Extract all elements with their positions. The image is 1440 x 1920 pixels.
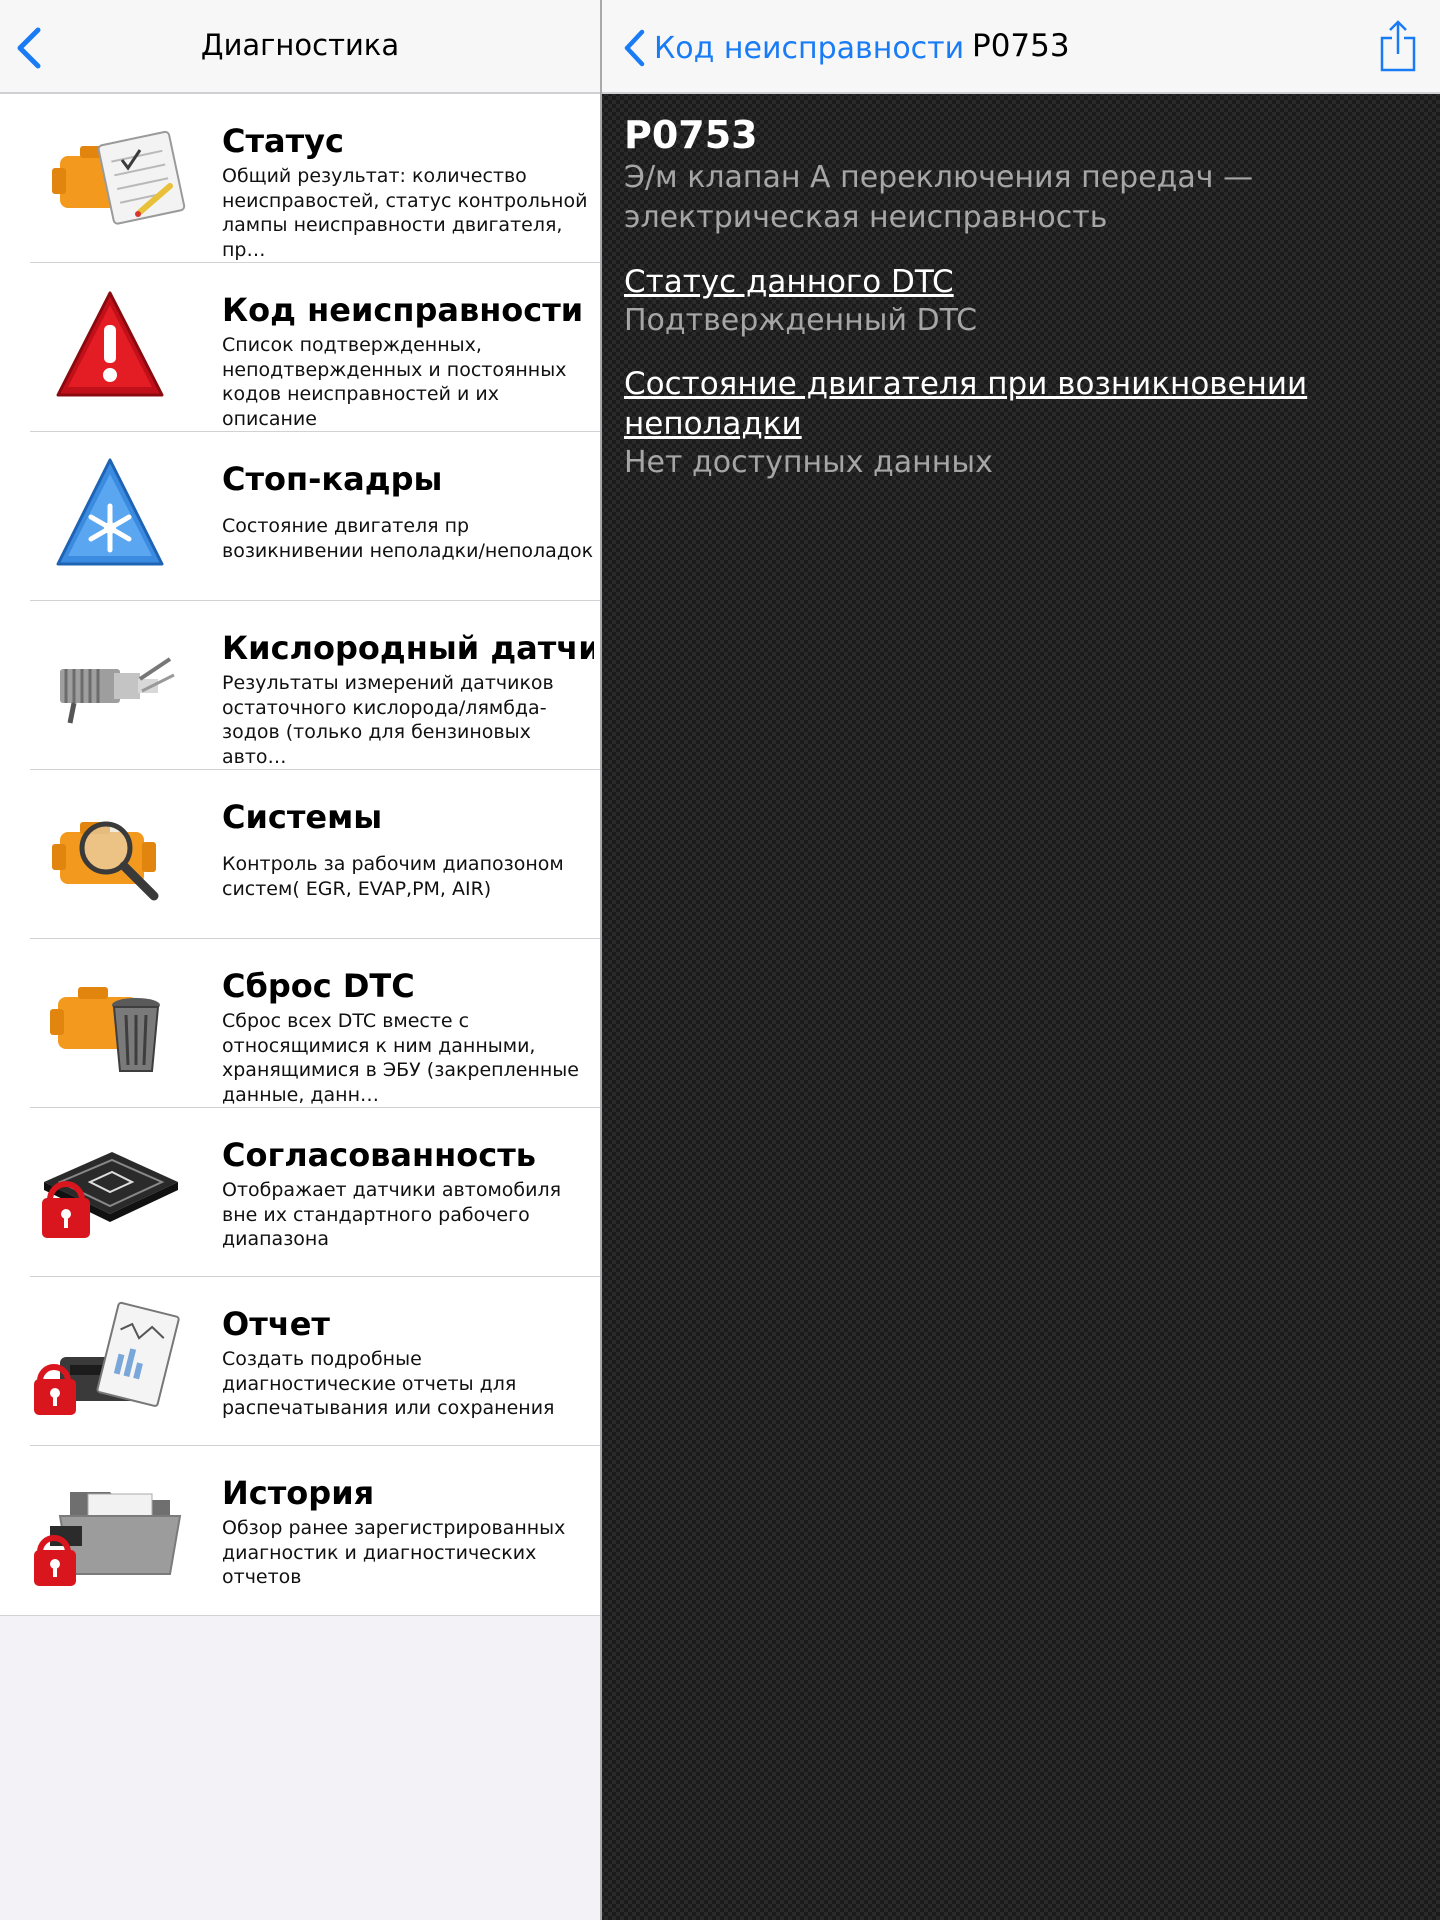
list-item-report[interactable]: Отчет Создать подробные диагностические … bbox=[0, 1277, 600, 1446]
chip-lock-icon bbox=[42, 1152, 178, 1238]
oxygen-sensor-icon bbox=[60, 657, 175, 724]
row-text: Отчет Создать подробные диагностические … bbox=[222, 1305, 594, 1421]
row-text: Системы Контроль за рабочим диапозоном с… bbox=[222, 798, 594, 901]
dtc-status-value: Подтвержденный DTC bbox=[624, 302, 978, 338]
row-desc: Сброс всех DTC вместе с относящимися к н… bbox=[222, 1010, 579, 1106]
engine-magnifier-icon bbox=[52, 821, 159, 901]
row-title: Статус bbox=[222, 122, 344, 160]
row-desc: Отображает датчики автомобиля вне их ста… bbox=[222, 1179, 562, 1251]
row-text: Код неисправности Список подтвержденных,… bbox=[222, 291, 594, 431]
printer-report-lock-icon bbox=[34, 1301, 180, 1415]
row-desc: Создать подробные диагностические отчеты… bbox=[222, 1348, 555, 1420]
list-item-freeze-frames[interactable]: Стоп-кадры Состояние двигателя пр возикн… bbox=[0, 432, 600, 601]
row-text: Кислородный датчи Результаты измерений д… bbox=[222, 629, 594, 769]
list-item-status[interactable]: Статус Общий результат: количество неисп… bbox=[0, 94, 600, 263]
detail-pane: Код неисправности P0753 P0753 Э/м клапан… bbox=[600, 0, 1440, 1920]
row-text: Сброс DTC Сброс всех DTC вместе с относя… bbox=[222, 967, 594, 1107]
row-desc: Состояние двигателя пр возикнивении непо… bbox=[222, 515, 594, 562]
chevron-left-icon bbox=[624, 29, 645, 67]
list-item-oxygen-sensor[interactable]: Кислородный датчи Результаты измерений д… bbox=[0, 601, 600, 770]
folder-lock-icon bbox=[34, 1492, 182, 1586]
freeze-frame-value: Нет доступных данных bbox=[624, 444, 993, 480]
row-title: Согласованность bbox=[222, 1136, 536, 1174]
row-desc: Список подтвержденных, неподтвержденных … bbox=[222, 334, 567, 430]
row-text: Стоп-кадры Состояние двигателя пр возикн… bbox=[222, 460, 594, 563]
list-item-systems[interactable]: Системы Контроль за рабочим диапозоном с… bbox=[0, 770, 600, 939]
detail-content: P0753 Э/м клапан А переключения передач … bbox=[624, 113, 1414, 482]
split-divider bbox=[600, 0, 602, 1920]
row-desc: Общий результат: количество неисправосте… bbox=[222, 165, 588, 261]
back-button-label: Код неисправности bbox=[654, 30, 965, 66]
row-desc: Результаты измерений датчиков остаточног… bbox=[222, 672, 554, 768]
detail-title: P0753 bbox=[972, 28, 1070, 64]
row-desc: Контроль за рабочим диапозоном систем( E… bbox=[222, 853, 564, 900]
row-title: История bbox=[222, 1474, 375, 1512]
master-title: Диагностика bbox=[200, 28, 400, 62]
row-title: Системы bbox=[222, 798, 383, 836]
engine-trash-icon bbox=[50, 987, 160, 1072]
list-item-consistency[interactable]: Согласованность Отображает датчики автом… bbox=[0, 1108, 600, 1277]
back-button[interactable]: Код неисправности bbox=[622, 26, 964, 70]
diagnostics-list: Статус Общий результат: количество неисп… bbox=[0, 94, 600, 1616]
row-title: Стоп-кадры bbox=[222, 460, 443, 498]
row-text: Согласованность Отображает датчики автом… bbox=[222, 1136, 594, 1252]
warning-triangle-icon bbox=[56, 291, 164, 397]
list-item-fault-code[interactable]: Код неисправности Список подтвержденных,… bbox=[0, 263, 600, 432]
master-pane: Диагностика Статус Общий результат: коли… bbox=[0, 0, 600, 1920]
share-icon[interactable] bbox=[1378, 20, 1418, 72]
list-item-reset-dtc[interactable]: Сброс DTC Сброс всех DTC вместе с относя… bbox=[0, 939, 600, 1108]
row-title: Код неисправности bbox=[222, 291, 584, 329]
engine-checklist-icon bbox=[52, 130, 186, 225]
list-item-history[interactable]: История Обзор ранее зарегистрированных д… bbox=[0, 1446, 600, 1615]
row-title: Отчет bbox=[222, 1305, 330, 1343]
row-text: Статус Общий результат: количество неисп… bbox=[222, 122, 594, 262]
master-nav-bar: Диагностика bbox=[0, 0, 600, 94]
row-title: Сброс DTC bbox=[222, 967, 415, 1005]
snowflake-triangle-icon bbox=[56, 458, 164, 566]
dtc-status-heading[interactable]: Статус данного DTC bbox=[624, 262, 1414, 302]
dtc-description: Э/м клапан А переключения передач — элек… bbox=[624, 159, 1254, 235]
dtc-code: P0753 bbox=[624, 113, 758, 157]
row-desc: Обзор ранее зарегистрированных диагности… bbox=[222, 1517, 566, 1589]
freeze-frame-heading[interactable]: Состояние двигателя при возникновении не… bbox=[624, 364, 1414, 444]
row-title: Кислородный датчи bbox=[222, 629, 594, 667]
detail-nav-bar: Код неисправности P0753 bbox=[600, 0, 1440, 94]
row-text: История Обзор ранее зарегистрированных д… bbox=[222, 1474, 594, 1590]
